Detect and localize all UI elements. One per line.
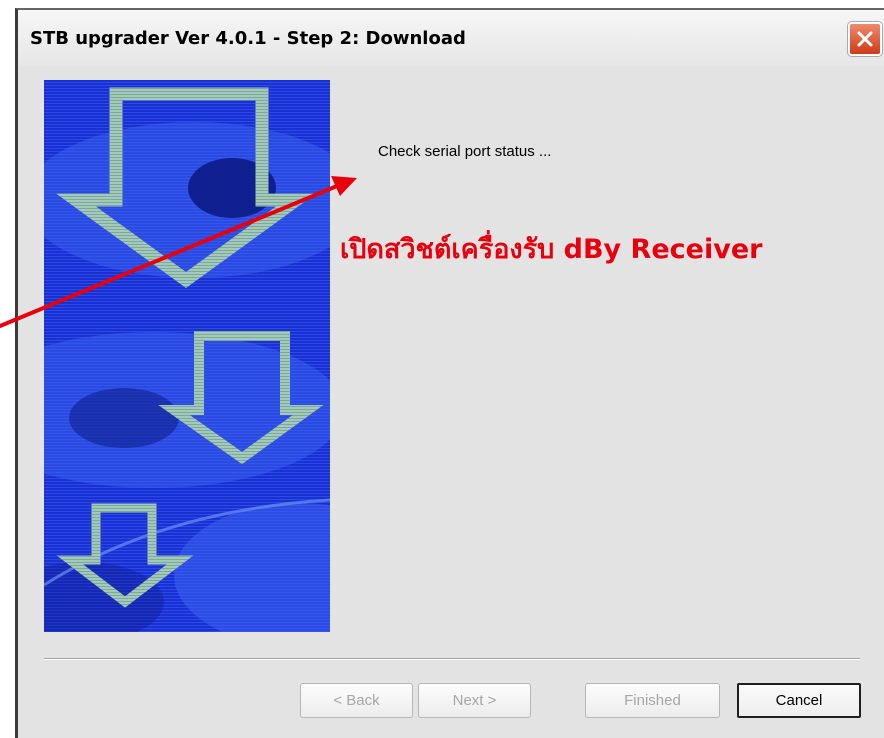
close-button[interactable] (848, 22, 882, 56)
upgrader-wizard-window: STB upgrader Ver 4.0.1 - Step 2: Downloa… (15, 8, 884, 738)
title-bar[interactable]: STB upgrader Ver 4.0.1 - Step 2: Downloa… (18, 10, 884, 66)
finished-button[interactable]: Finished (585, 683, 720, 718)
screen: STB upgrader Ver 4.0.1 - Step 2: Downloa… (0, 0, 884, 738)
banner-dark-blob-middle (69, 388, 179, 448)
cancel-button[interactable]: Cancel (737, 683, 861, 718)
button-separator (44, 658, 860, 660)
close-icon (857, 31, 873, 47)
window-title: STB upgrader Ver 4.0.1 - Step 2: Downloa… (30, 28, 466, 49)
next-button[interactable]: Next > (418, 683, 531, 718)
status-text: Check serial port status ... (378, 143, 552, 160)
back-button[interactable]: < Back (300, 683, 413, 718)
wizard-banner-image (44, 80, 330, 632)
